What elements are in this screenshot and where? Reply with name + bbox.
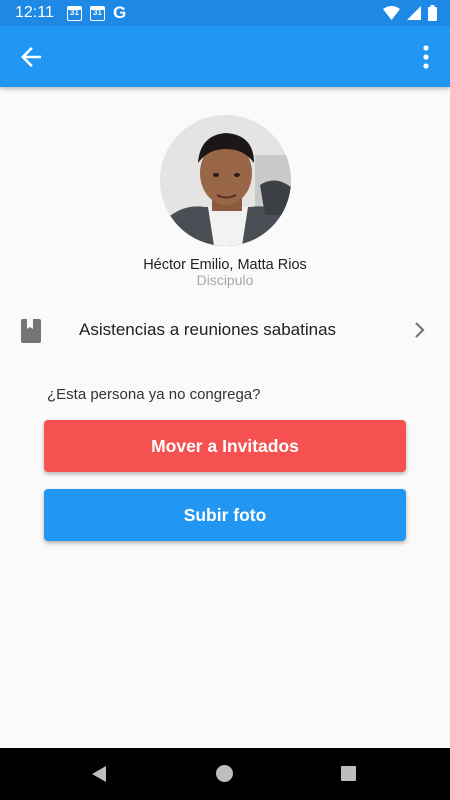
book-icon [21,319,41,343]
upload-photo-button[interactable]: Subir foto [44,489,406,541]
person-name: Héctor Emilio, Matta Rios [143,257,307,273]
congregation-question: ¿Esta persona ya no congrega? [47,386,261,403]
signal-icon [407,6,421,20]
system-nav-bar [0,748,450,800]
app-bar [0,26,450,87]
avatar [160,115,291,246]
calendar-icon: 31 [90,5,105,21]
arrow-back-icon[interactable] [16,42,46,72]
notification-icons: 31 31 G [67,3,127,22]
profile-photo [160,115,291,246]
battery-icon [428,5,437,21]
google-icon: G [113,3,127,22]
chevron-right-icon [415,322,425,338]
more-vert-icon[interactable] [416,44,436,70]
nav-recents-icon[interactable] [341,766,356,781]
status-time: 12:11 [15,4,54,21]
move-to-guests-button[interactable]: Mover a Invitados [44,420,406,472]
person-role: Discipulo [196,272,254,288]
calendar-day: 31 [93,7,102,17]
status-bar: 12:11 31 31 G [0,0,450,26]
calendar-icon: 31 [67,5,82,21]
calendar-day: 31 [70,7,79,17]
nav-back-icon[interactable] [90,765,108,783]
system-status-icons [383,5,437,21]
attendance-list-item[interactable]: Asistencias a reuniones sabatinas [0,305,450,357]
attendance-label: Asistencias a reuniones sabatinas [79,320,337,339]
nav-home-icon[interactable] [216,765,233,782]
wifi-icon [383,6,400,20]
